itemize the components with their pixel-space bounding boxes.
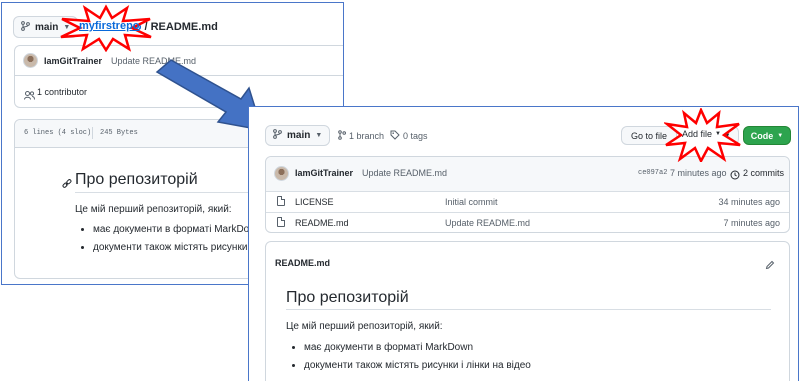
code-button[interactable]: Code ▼ <box>743 126 791 145</box>
branches-count: 1 branch <box>349 131 385 141</box>
file-commit-message[interactable]: Update README.md <box>445 218 530 228</box>
branches-link[interactable]: 1 branch <box>338 130 384 142</box>
code-label: Code <box>750 130 774 141</box>
file-icon <box>277 196 285 206</box>
highlighted-add-file[interactable]: Add file ▼ <box>682 129 721 139</box>
pencil-icon[interactable] <box>765 257 775 275</box>
chevron-down-icon: ▼ <box>315 132 323 139</box>
history-icon[interactable] <box>730 167 740 185</box>
commit-hash[interactable]: ce097a2 <box>638 169 667 177</box>
file-time: 34 minutes ago <box>718 197 780 207</box>
branch-name: main <box>287 130 311 141</box>
readme-title: README.md <box>275 258 331 268</box>
chevron-down-icon: ▼ <box>777 132 784 139</box>
branch-icon <box>273 129 282 142</box>
file-icon <box>277 217 285 227</box>
branch-selector[interactable]: main ▼ <box>265 125 331 146</box>
branch-icon <box>338 130 346 142</box>
file-commit-message[interactable]: Initial commit <box>445 197 498 207</box>
readme-box: README.md Про репозиторій Це мій перший … <box>265 241 790 381</box>
latest-commit-bar: IamGitTrainer Update README.md ce097a2 7… <box>266 157 789 191</box>
list-item: документи також містять рисунки і лінки … <box>304 357 531 375</box>
commits-count[interactable]: 2 commits <box>743 168 784 178</box>
file-table: IamGitTrainer Update README.md ce097a2 7… <box>265 156 790 233</box>
heading-rule <box>286 309 771 310</box>
highlighted-repo-link[interactable]: myfirstrepo <box>79 20 140 32</box>
chevron-down-icon: ▼ <box>715 131 721 137</box>
go-to-file-label: Go to file <box>630 130 668 141</box>
tags-link[interactable]: 0 tags <box>390 130 428 142</box>
table-row[interactable]: LICENSE Initial commit 34 minutes ago <box>266 191 789 211</box>
readme-heading: Про репозиторій <box>286 289 409 306</box>
commit-author[interactable]: IamGitTrainer <box>295 168 353 178</box>
add-file-label: Add file <box>682 129 713 139</box>
list-item: має документи в форматі MarkDown <box>304 339 531 357</box>
file-name[interactable]: LICENSE <box>295 197 334 207</box>
commit-message[interactable]: Update README.md <box>362 168 447 178</box>
readme-intro: Це мій перший репозиторій, який: <box>286 321 443 332</box>
tag-icon <box>390 130 400 142</box>
tags-count: 0 tags <box>403 131 428 141</box>
file-time: 7 minutes ago <box>723 218 780 228</box>
table-row[interactable]: README.md Update README.md 7 minutes ago <box>266 212 789 232</box>
readme-list: має документи в форматі MarkDown докумен… <box>288 339 531 375</box>
file-name[interactable]: README.md <box>295 218 349 228</box>
avatar <box>274 166 289 181</box>
commit-time: 7 minutes ago <box>670 168 727 178</box>
